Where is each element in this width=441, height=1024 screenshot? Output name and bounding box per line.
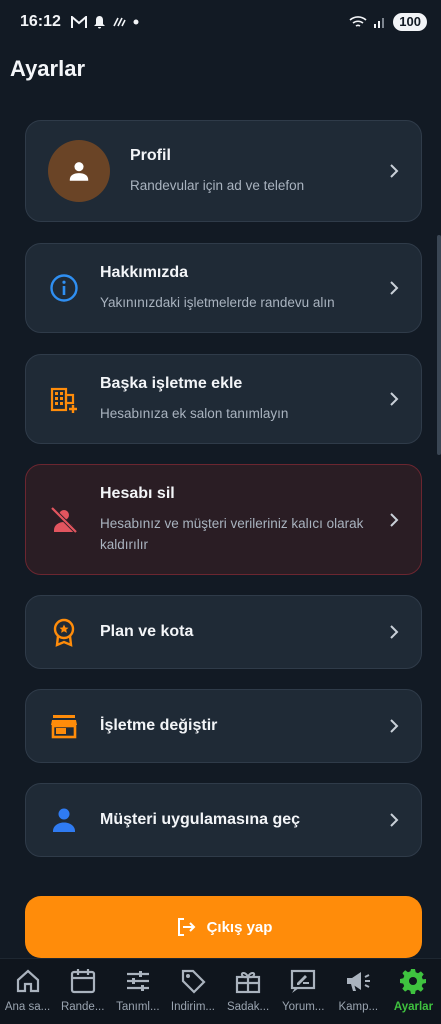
battery-indicator: 100 [393,13,427,31]
tag-icon [181,969,206,994]
nav-label: Ayarlar [393,1001,434,1013]
chevron-right-icon [390,719,399,733]
chevron-right-icon [390,164,399,178]
add-business-icon [50,387,77,413]
notification-bell-icon [93,16,105,29]
nav-label: Kamp... [338,1001,379,1013]
nav-label: İndirim... [170,1001,215,1013]
nav-item-discounts[interactable]: İndirim... [165,967,220,1013]
chevron-right-icon [390,813,399,827]
nav-item-definitions[interactable]: Tanıml... [110,967,165,1013]
gift-icon [235,971,261,994]
about-subtitle: Yakınınızdaki işletmelerde randevu alın [100,294,335,310]
nav-item-loyalty[interactable]: Sadak... [221,967,276,1013]
nav-item-appointments[interactable]: Rande... [55,967,110,1013]
nav-item-campaigns[interactable]: Kamp... [331,967,386,1013]
delete-account-subtitle: Hesabınız ve müşteri verileriniz kalıcı … [100,515,364,552]
info-icon [50,274,78,302]
plan-quota-title: Plan ve kota [100,623,194,640]
home-icon [16,969,39,993]
person-off-icon [50,506,78,533]
switch-business-title: İşletme değiştir [100,717,218,734]
chevron-right-icon [390,392,399,406]
person-icon [69,162,89,181]
award-badge-icon [53,618,75,647]
about-title: Hakkımızda [100,263,189,281]
switch-business-card[interactable]: İşletme değiştir [25,689,422,763]
avatar [48,140,110,202]
chevron-right-icon [390,512,399,527]
gmail-icon [70,15,87,28]
profile-card[interactable]: Profil Randevular için ad ve telefon [25,120,422,222]
delete-account-card[interactable]: Hesabı sil Hesabınız ve müşteri verileri… [25,464,422,575]
store-icon [51,715,77,739]
plan-quota-card[interactable]: Plan ve kota [25,595,422,669]
gear-icon [400,969,427,994]
add-business-subtitle: Hesabınıza ek salon tanımlayın [100,405,289,421]
nav-item-reviews[interactable]: Yorum... [276,967,331,1013]
profile-subtitle: Randevular için ad ve telefon [130,177,305,193]
nav-label: Sadak... [226,1001,270,1013]
customer-app-card[interactable]: Müşteri uygulamasına geç [25,783,422,857]
page-title: Ayarlar [10,56,86,81]
add-business-title: Başka işletme ekle [100,374,243,392]
calendar-icon [70,969,95,994]
about-card[interactable]: Hakkımızda Yakınınızdaki işletmelerde ra… [25,243,422,333]
customer-app-title: Müşteri uygulamasına geç [100,811,301,828]
nav-label: Tanıml... [116,1001,160,1013]
signal-icon [374,18,385,28]
bottom-nav: Ana sa... Rande... Tanıml... İndirim... … [0,958,441,1024]
person-icon [53,808,75,832]
wifi-icon [349,16,367,27]
dot-icon [133,19,139,25]
nav-item-settings[interactable]: Ayarlar [386,967,441,1013]
status-time: 16:12 [20,13,61,30]
nfc-icon [113,17,126,27]
review-icon [291,969,316,993]
nav-label: Rande... [60,1001,105,1013]
add-business-card[interactable]: Başka işletme ekle Hesabınıza ek salon t… [25,354,422,444]
nav-item-home[interactable]: Ana sa... [0,967,55,1013]
status-bar: 16:12 100 [0,0,441,44]
profile-title: Profil [130,146,171,164]
delete-account-title: Hesabı sil [100,484,175,502]
megaphone-icon [347,972,371,991]
logout-label: Çıkış yap [206,918,273,936]
nav-label: Ana sa... [4,1001,51,1013]
nav-label: Yorum... [281,1001,325,1013]
logout-icon [177,918,195,936]
chevron-right-icon [390,625,399,639]
sliders-icon [126,971,149,991]
scrollbar[interactable] [437,235,441,455]
chevron-right-icon [390,281,399,295]
logout-button[interactable]: Çıkış yap [25,896,422,958]
